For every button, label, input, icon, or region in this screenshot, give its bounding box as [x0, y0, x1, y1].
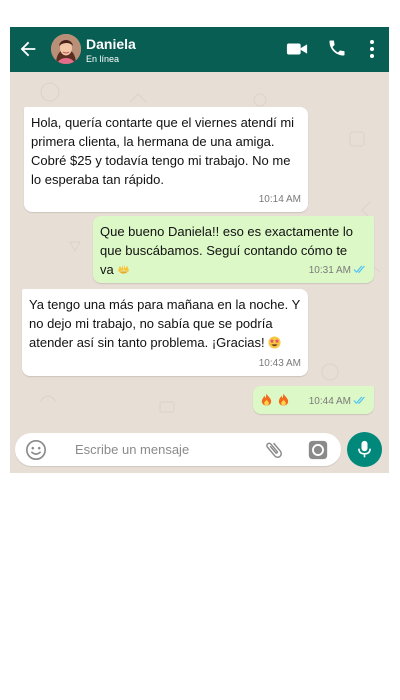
message-text: Ya tengo una más para mañana en la noche… — [29, 297, 301, 350]
contact-status: En línea — [86, 54, 120, 64]
message-meta: 10:31 AM — [309, 261, 367, 280]
read-ticks-icon — [353, 396, 365, 405]
message-bubble-outgoing[interactable]: 10:44 AM — [253, 386, 374, 414]
message-bubble-incoming[interactable]: Hola, quería contarte que el viernes ate… — [24, 107, 308, 212]
voice-message-button[interactable] — [347, 432, 382, 467]
phone-icon[interactable] — [327, 38, 347, 58]
read-ticks-icon — [353, 265, 365, 274]
message-time: 10:44 AM — [308, 396, 351, 407]
paperclip-icon[interactable] — [263, 439, 285, 461]
message-content: Ya tengo una más para mañana en la noche… — [29, 295, 301, 352]
message-input[interactable]: Escribe un mensaje — [75, 442, 189, 457]
smiley-icon[interactable] — [25, 439, 47, 461]
contact-name[interactable]: Daniela — [86, 36, 136, 52]
message-composer[interactable]: Escribe un mensaje — [15, 433, 341, 466]
chat-header: Daniela En línea — [10, 27, 389, 72]
message-time: 10:14 AM — [258, 194, 301, 205]
message-time: 10:31 AM — [308, 265, 351, 276]
back-arrow-icon[interactable] — [17, 38, 39, 60]
message-text: Hola, quería contarte que el viernes ate… — [31, 115, 295, 187]
fire-emoji — [278, 393, 288, 406]
video-call-icon[interactable] — [286, 40, 308, 58]
camera-icon[interactable] — [307, 439, 329, 461]
fire-emoji — [261, 393, 272, 406]
more-vertical-icon[interactable] — [368, 39, 376, 59]
star-struck-emoji — [268, 336, 281, 349]
message-bubble-outgoing[interactable]: Que bueno Daniela!! eso es exactamente l… — [93, 216, 374, 283]
raised-hands-emoji — [118, 264, 130, 274]
message-time: 10:43 AM — [258, 358, 301, 369]
avatar[interactable] — [51, 34, 81, 64]
message-meta: 10:44 AM — [309, 392, 367, 411]
microphone-icon — [358, 440, 371, 458]
chat-window: Daniela En línea Hola, quería contarte q… — [10, 27, 389, 473]
message-bubble-incoming[interactable]: Ya tengo una más para mañana en la noche… — [22, 289, 308, 376]
avatar-photo — [51, 34, 81, 64]
